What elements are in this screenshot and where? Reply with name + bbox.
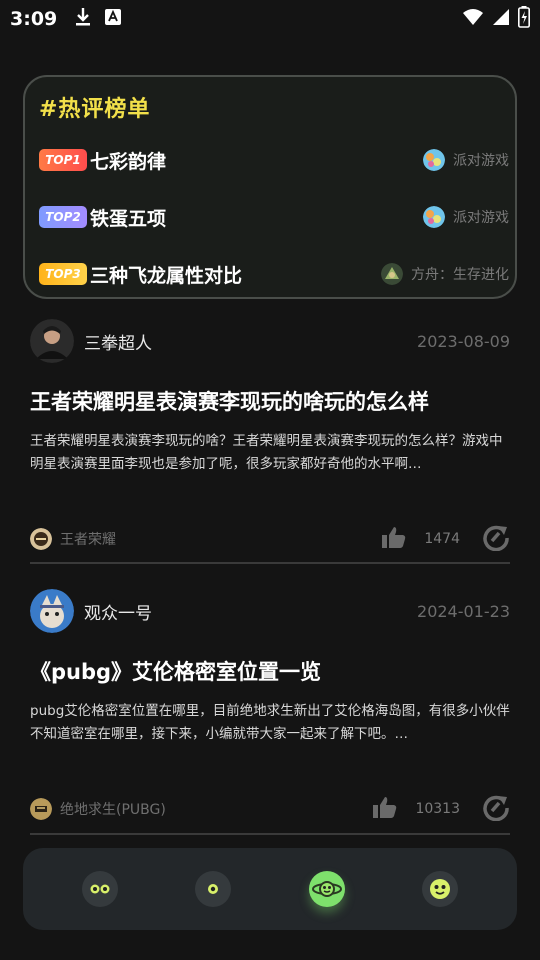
- post-excerpt[interactable]: 王者荣耀明星表演赛李现玩的啥？王者荣耀明星表演赛李现玩的怎么样？游戏中明星表演赛…: [30, 430, 510, 476]
- hot-item-name: 三种飞龙属性对比: [90, 264, 243, 287]
- game-tag[interactable]: 绝地求生(PUBG): [30, 798, 166, 820]
- nav-item-community[interactable]: [308, 871, 345, 907]
- nav-item-profile[interactable]: [422, 871, 459, 907]
- status-bar: 3:09: [0, 0, 540, 38]
- nav-item-home[interactable]: [81, 871, 118, 907]
- game-tag[interactable]: 王者荣耀: [30, 528, 116, 550]
- share-icon[interactable]: [482, 523, 510, 555]
- hot-list-item[interactable]: TOP1 七彩韵律 派对游戏: [39, 145, 509, 175]
- rank-badge: TOP3: [39, 263, 87, 285]
- battery-icon: [518, 6, 530, 32]
- planet-icon: [311, 881, 342, 897]
- app-notification-icon: [105, 9, 122, 29]
- hot-list-item[interactable]: TOP2 铁蛋五项 派对游戏: [39, 202, 509, 232]
- wifi-icon: [462, 8, 484, 30]
- post-title[interactable]: 王者荣耀明星表演赛李现玩的啥玩的怎么样: [30, 386, 510, 416]
- divider: [30, 833, 510, 835]
- post-excerpt[interactable]: pubg艾伦格密室位置在哪里，目前绝地求生新出了艾伦格海岛图，有很多小伙伴不知道…: [30, 700, 510, 746]
- dot-icon: [208, 884, 219, 894]
- hot-item-game: 派对游戏: [423, 206, 509, 228]
- hot-list-item[interactable]: TOP3 三种飞龙属性对比 方舟：生存进化: [39, 259, 509, 289]
- status-time: 3:09: [10, 8, 58, 30]
- like-count: 10313: [415, 801, 460, 817]
- rank-badge: TOP1: [39, 149, 87, 171]
- party-game-icon: [423, 149, 445, 171]
- avatar[interactable]: [30, 589, 74, 633]
- thumbs-up-icon[interactable]: [373, 796, 397, 822]
- pubg-icon: [30, 798, 52, 820]
- hot-item-game: 派对游戏: [423, 149, 509, 171]
- post-date: 2024-01-23: [417, 601, 510, 621]
- post-card[interactable]: 观众一号 2024-01-23 《pubg》艾伦格密室位置一览 pubg艾伦格密…: [30, 588, 510, 824]
- ark-game-icon: [381, 263, 403, 285]
- share-icon[interactable]: [482, 793, 510, 825]
- nav-item-discover[interactable]: [195, 871, 232, 907]
- signal-icon: [492, 8, 510, 30]
- post-date: 2023-08-09: [417, 331, 510, 351]
- post-card[interactable]: 三拳超人 2023-08-09 王者荣耀明星表演赛李现玩的啥玩的怎么样 王者荣耀…: [30, 318, 510, 554]
- thumbs-up-icon[interactable]: [382, 526, 406, 552]
- hot-item-name: 铁蛋五项: [90, 207, 167, 230]
- like-count: 1474: [424, 531, 460, 547]
- hot-list-title: #热评榜单: [39, 97, 151, 122]
- post-title[interactable]: 《pubg》艾伦格密室位置一览: [30, 656, 510, 686]
- download-icon: [75, 7, 91, 31]
- avatar[interactable]: [30, 319, 74, 363]
- honor-of-kings-icon: [30, 528, 52, 550]
- divider: [30, 562, 510, 564]
- eyes-face-icon: [90, 884, 110, 894]
- author-name[interactable]: 三拳超人: [84, 329, 152, 354]
- hot-comments-card: #热评榜单 TOP1 七彩韵律 派对游戏 TOP2 铁蛋五项 派对游戏 TOP3…: [23, 75, 517, 299]
- hot-item-name: 七彩韵律: [90, 150, 167, 173]
- author-name[interactable]: 观众一号: [84, 599, 152, 624]
- hot-item-game: 方舟：生存进化: [381, 263, 509, 285]
- rank-badge: TOP2: [39, 206, 87, 228]
- bottom-nav: [23, 848, 517, 930]
- party-game-icon: [423, 206, 445, 228]
- smile-face-icon: [430, 879, 451, 899]
